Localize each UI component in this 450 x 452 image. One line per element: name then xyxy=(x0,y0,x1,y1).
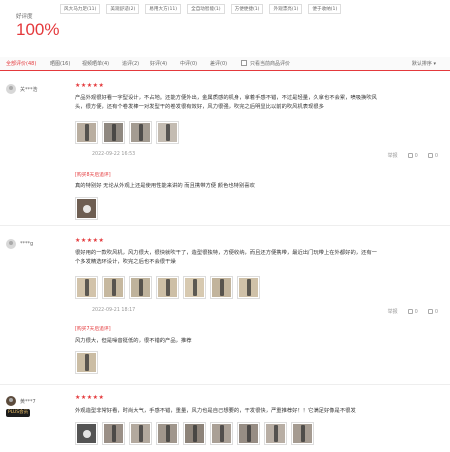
review-date: 2022-09-21 18:17 xyxy=(92,308,136,313)
rating-summary: 好评度 100% 风大马力足(11) 美观舒适(2) 易用大方(11) 全自动智… xyxy=(0,0,450,48)
review-photo[interactable] xyxy=(102,121,125,144)
only-current-checkbox[interactable] xyxy=(241,60,247,66)
reviewer-name: 关***浩 xyxy=(20,87,38,93)
tag-chip[interactable]: 易用大方(11) xyxy=(145,4,182,14)
review-date: 2022-09-22 16:53 xyxy=(92,152,136,157)
review-photo[interactable] xyxy=(75,121,98,144)
sort-dropdown[interactable]: 默认排序 ▾ xyxy=(412,60,436,67)
followup-text: 风力很大，但是噪音挺低的，很不错的产品，推荐 xyxy=(75,338,192,344)
comment-button[interactable]: 0 xyxy=(427,152,438,159)
review-photo[interactable] xyxy=(156,422,179,445)
tag-list: 风大马力足(11) 美观舒适(2) 易用大方(11) 全自动智能(1) 方便便捷… xyxy=(60,4,342,14)
only-current-label[interactable]: 只看当前商品评价 xyxy=(250,60,290,67)
review-photos xyxy=(75,422,314,445)
tag-chip[interactable]: 便于收纳(1) xyxy=(308,4,342,14)
comment-icon xyxy=(427,309,433,314)
like-button[interactable]: 0 xyxy=(407,308,418,315)
review-photo[interactable] xyxy=(102,276,125,299)
filter-neutral[interactable]: 中评(0) xyxy=(180,60,197,67)
like-button[interactable]: 0 xyxy=(407,152,418,159)
review-item: 黄***7 PLUS会员 ★★★★★ 外观造型非常好看，时尚大气，手感不错，重量… xyxy=(0,392,450,452)
report-link[interactable]: 举报 xyxy=(388,152,398,159)
review-photo[interactable] xyxy=(183,276,206,299)
review-photo[interactable] xyxy=(210,276,233,299)
followup-photos xyxy=(75,351,98,374)
filter-photos[interactable]: 晒图(16) xyxy=(50,60,70,67)
review-item: 关***浩 ★★★★★ 产品外观很好看一字型设计，不占地。还能方便外出，金属质感… xyxy=(0,78,450,226)
tag-chip[interactable]: 方便便捷(1) xyxy=(230,4,264,14)
review-text: 很好用的一款吹风机，风力很大，很快就吹干了，造型很独特，方便收纳，而且还方便携带… xyxy=(75,250,377,265)
followup-text: 真的特别好 无论从外观上还是使用性能来讲的 而且携带方便 颜色也特别喜欢 xyxy=(75,183,255,189)
play-icon xyxy=(83,205,91,213)
rating-value: 100% xyxy=(16,20,60,39)
review-photo[interactable] xyxy=(102,422,125,445)
review-filter-bar: 全部评价(48) 晒图(16) 视频晒单(4) 追评(2) 好评(4) 中评(0… xyxy=(0,57,450,71)
filter-positive[interactable]: 好评(4) xyxy=(150,60,167,67)
review-photo[interactable] xyxy=(183,422,206,445)
reviewer-name: ****g xyxy=(20,241,34,247)
star-rating: ★★★★★ xyxy=(75,237,105,244)
comment-icon xyxy=(427,153,433,158)
review-photo[interactable] xyxy=(129,276,152,299)
review-text: 外观造型非常好看，时尚大气，手感不错，重量，风力也是自己想要的，干发很快，严重推… xyxy=(75,408,356,414)
tag-chip[interactable]: 外观漂亮(1) xyxy=(269,4,303,14)
review-photo[interactable] xyxy=(210,422,233,445)
report-link[interactable]: 举报 xyxy=(388,308,398,315)
followup-photos xyxy=(75,197,98,220)
review-video[interactable] xyxy=(75,197,98,220)
review-text: 产品外观很好看一字型设计，不占地。还能方便外出，金属质感的机身，拿着手感不错，不… xyxy=(75,95,377,110)
review-photo[interactable] xyxy=(129,121,152,144)
tag-chip[interactable]: 全自动智能(1) xyxy=(187,4,225,14)
review-photos xyxy=(75,121,179,144)
thumbs-up-icon xyxy=(407,309,413,314)
filter-negative[interactable]: 差评(0) xyxy=(210,60,227,67)
avatar xyxy=(6,84,16,94)
star-rating: ★★★★★ xyxy=(75,394,105,401)
review-video[interactable] xyxy=(75,422,98,445)
avatar xyxy=(6,396,16,406)
reviewer-name: 黄***7 xyxy=(20,399,36,405)
filter-all[interactable]: 全部评价(48) xyxy=(6,60,36,67)
filter-video[interactable]: 视频晒单(4) xyxy=(82,60,109,67)
rating-label: 好评度 xyxy=(16,14,33,20)
review-photo[interactable] xyxy=(291,422,314,445)
review-actions: 举报 0 0 xyxy=(388,152,438,160)
review-item: ****g ★★★★★ 很好用的一款吹风机，风力很大，很快就吹干了，造型很独特，… xyxy=(0,233,450,385)
avatar xyxy=(6,239,16,249)
thumbs-up-icon xyxy=(407,153,413,158)
filter-followup[interactable]: 追评(2) xyxy=(122,60,139,67)
followup-label: [购买8天后追评] xyxy=(75,173,111,178)
review-photo[interactable] xyxy=(75,276,98,299)
review-photos xyxy=(75,276,260,299)
review-photo[interactable] xyxy=(156,276,179,299)
star-rating: ★★★★★ xyxy=(75,82,105,89)
review-photo[interactable] xyxy=(75,351,98,374)
comment-button[interactable]: 0 xyxy=(427,308,438,315)
tag-chip[interactable]: 美观舒适(2) xyxy=(106,4,140,14)
review-photo[interactable] xyxy=(129,422,152,445)
plus-member-badge: PLUS会员 xyxy=(6,409,31,417)
review-photo[interactable] xyxy=(237,276,260,299)
review-photo[interactable] xyxy=(264,422,287,445)
review-actions: 举报 0 0 xyxy=(388,308,438,316)
followup-label: [购买7天后追评] xyxy=(75,327,111,332)
tag-chip[interactable]: 风大马力足(11) xyxy=(60,4,101,14)
review-photo[interactable] xyxy=(237,422,260,445)
review-photo[interactable] xyxy=(156,121,179,144)
play-icon xyxy=(83,430,91,438)
